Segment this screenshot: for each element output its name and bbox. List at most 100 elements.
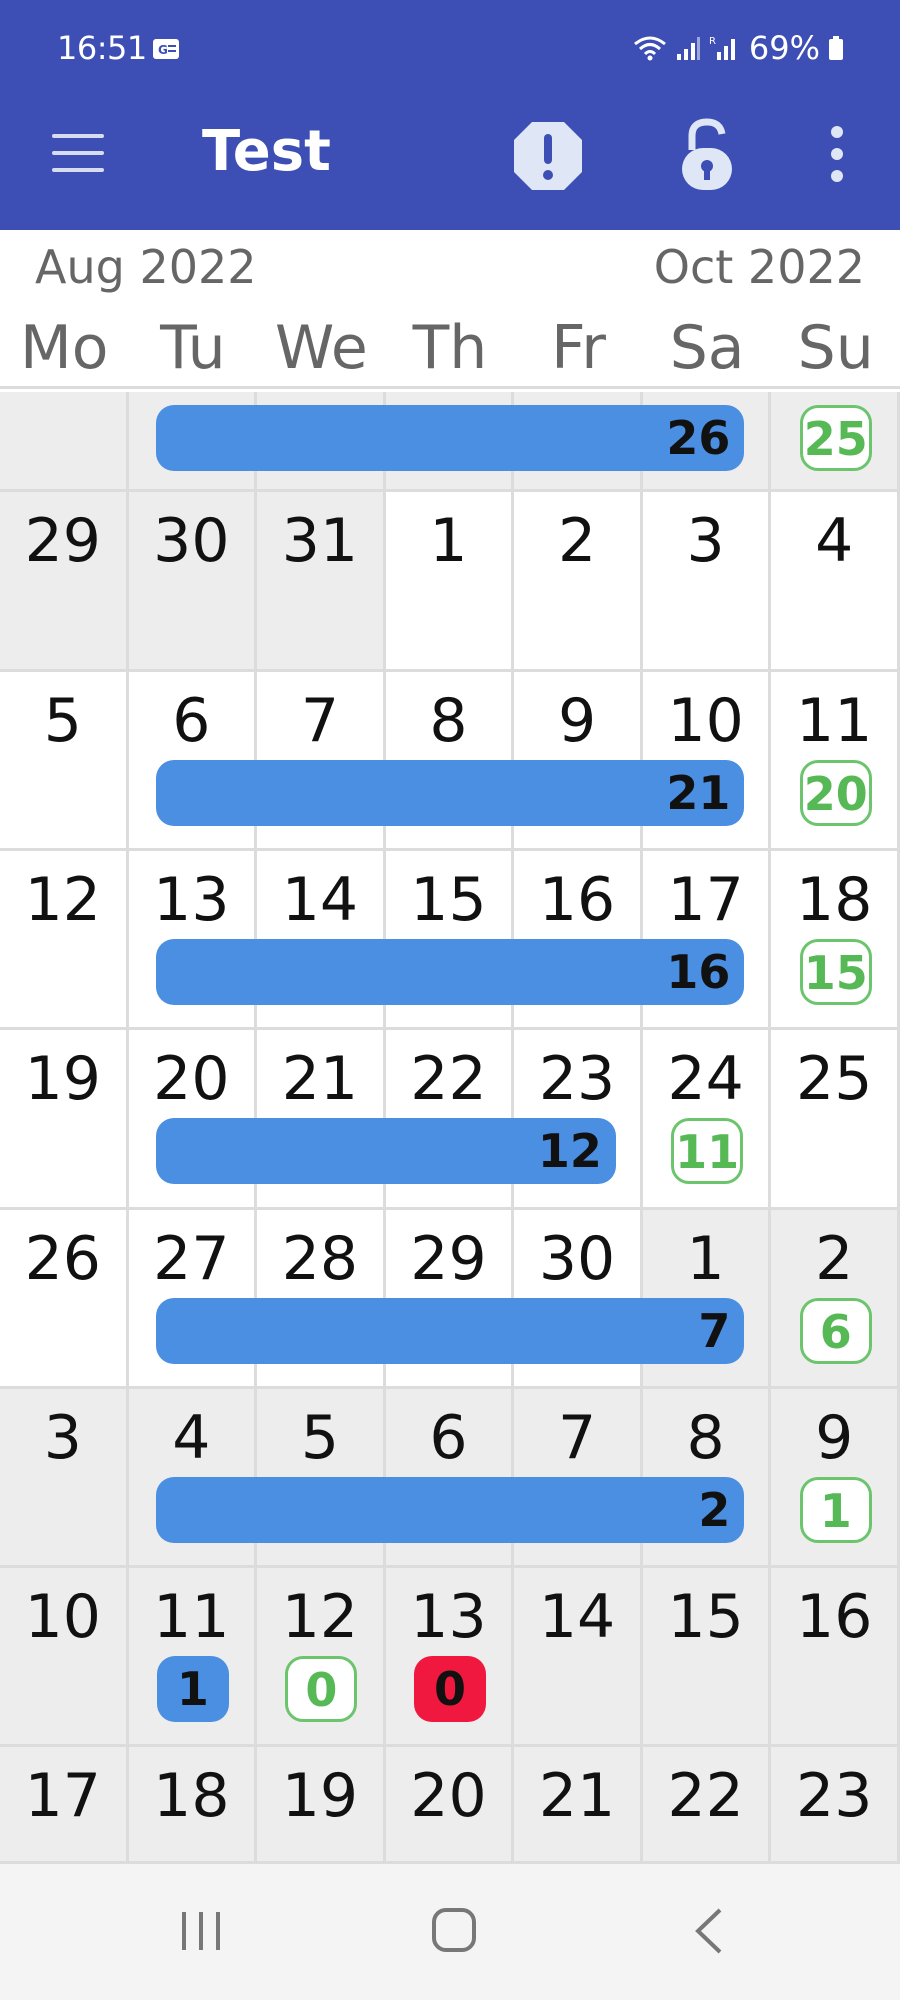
calendar-day-cell[interactable]: 25 xyxy=(771,1030,900,1210)
day-count-badge[interactable]: 15 xyxy=(799,939,872,1005)
calendar-day-cell[interactable]: 20 xyxy=(385,1747,515,1864)
day-number: 7 xyxy=(557,1403,597,1473)
calendar-day-cell[interactable]: 18 xyxy=(128,1747,258,1864)
day-count-badge[interactable]: 0 xyxy=(414,1656,486,1722)
day-number: 4 xyxy=(815,506,854,576)
calendar-day-cell[interactable]: 22 xyxy=(642,1747,772,1864)
calendar-day-cell[interactable]: 19 xyxy=(257,1747,386,1864)
day-number: 30 xyxy=(153,506,230,576)
calendar-day-cell[interactable]: 26 xyxy=(0,1210,129,1389)
day-number: 29 xyxy=(410,1224,487,1294)
day-count-badge[interactable]: 25 xyxy=(799,405,872,471)
weekday-label: Fr xyxy=(551,313,606,383)
weekday-label: Su xyxy=(797,313,874,383)
weekday-label: Mo xyxy=(20,313,109,383)
day-number: 19 xyxy=(281,1761,359,1831)
day-number: 6 xyxy=(172,686,211,756)
day-number: 10 xyxy=(667,686,744,756)
day-number: 10 xyxy=(24,1582,101,1652)
calendar-day-cell[interactable]: 17 xyxy=(0,1747,129,1864)
calendar-day-cell[interactable]: 4 xyxy=(771,492,900,672)
month-label-right: Oct 2022 xyxy=(653,240,865,294)
day-number: 22 xyxy=(410,1044,487,1114)
day-number: 17 xyxy=(667,865,744,935)
day-number: 21 xyxy=(538,1761,616,1831)
day-number: 20 xyxy=(153,1044,230,1114)
day-number: 5 xyxy=(300,1403,340,1473)
day-number: 4 xyxy=(172,1403,211,1473)
calendar-day-cell[interactable]: 21 xyxy=(514,1747,643,1864)
day-count-badge[interactable]: 1 xyxy=(799,1477,872,1543)
svg-text:R: R xyxy=(709,36,716,47)
day-number: 2 xyxy=(815,1224,854,1294)
battery-icon xyxy=(829,36,843,60)
calendar-day-cell[interactable]: 12 xyxy=(0,851,129,1030)
day-number: 22 xyxy=(667,1761,744,1831)
weekday-label: Tu xyxy=(160,313,226,383)
svg-text:G: G xyxy=(158,43,168,57)
day-number: 14 xyxy=(538,1582,616,1652)
event-bar[interactable]: 12 xyxy=(155,1118,616,1184)
calendar-day-cell[interactable]: 19 xyxy=(0,1030,129,1210)
day-number: 8 xyxy=(686,1403,725,1473)
day-number: 13 xyxy=(410,1582,487,1652)
day-number: 13 xyxy=(153,865,230,935)
day-number: 20 xyxy=(410,1761,487,1831)
calendar-day-cell[interactable]: 5 xyxy=(0,672,129,851)
system-nav-bar xyxy=(0,1864,900,2000)
day-count-badge[interactable]: 6 xyxy=(799,1298,872,1364)
recents-icon[interactable] xyxy=(178,1908,224,1954)
day-number: 12 xyxy=(24,865,101,935)
calendar-grid: 26 25 29 30 31 1 2 3 4 5 6 7 8 9 10 11 21 20 12 13 14 15 16 17 1… xyxy=(0,392,900,1864)
day-number: 25 xyxy=(796,1044,873,1114)
weekday-label: Sa xyxy=(669,313,745,383)
calendar-day-cell[interactable]: 31 xyxy=(257,492,386,672)
menu-icon[interactable] xyxy=(48,128,108,178)
calendar-day-cell[interactable]: 14 xyxy=(514,1568,643,1747)
day-count-badge[interactable]: 1 xyxy=(156,1656,229,1722)
event-bar[interactable]: 16 xyxy=(155,939,745,1005)
calendar-day-cell[interactable] xyxy=(0,392,129,492)
day-number: 11 xyxy=(153,1582,230,1652)
day-number: 15 xyxy=(410,865,487,935)
calendar-day-cell[interactable]: 29 xyxy=(0,492,129,672)
day-count-badge[interactable]: 0 xyxy=(285,1656,358,1722)
event-bar[interactable]: 2 xyxy=(155,1477,745,1543)
status-icons: R 69% xyxy=(633,28,844,68)
calendar-day-cell[interactable]: 23 xyxy=(771,1747,900,1864)
calendar-day-cell[interactable]: 1 xyxy=(385,492,515,672)
event-bar[interactable]: 26 xyxy=(155,405,745,471)
event-bar[interactable]: 7 xyxy=(155,1298,745,1364)
calendar-day-cell[interactable]: 3 xyxy=(642,492,772,672)
day-number: 11 xyxy=(796,686,873,756)
day-number: 2 xyxy=(557,506,597,576)
calendar-day-cell[interactable]: 3 xyxy=(0,1389,129,1568)
day-number: 1 xyxy=(686,1224,725,1294)
day-count-badge[interactable]: 20 xyxy=(799,760,872,826)
alert-icon[interactable] xyxy=(510,118,586,194)
roaming-signal-icon: R xyxy=(709,36,735,60)
day-number: 9 xyxy=(557,686,597,756)
day-number: 12 xyxy=(281,1582,359,1652)
calendar-day-cell[interactable]: 2 xyxy=(514,492,643,672)
unlocked-icon[interactable] xyxy=(678,116,736,192)
day-count-badge[interactable]: 11 xyxy=(671,1118,744,1184)
day-number: 26 xyxy=(24,1224,101,1294)
day-number: 1 xyxy=(429,506,468,576)
more-vertical-icon[interactable] xyxy=(822,124,852,184)
day-number: 6 xyxy=(429,1403,468,1473)
calendar-day-cell[interactable]: 10 xyxy=(0,1568,129,1747)
calendar-day-cell[interactable]: 30 xyxy=(128,492,258,672)
month-label-left: Aug 2022 xyxy=(35,240,257,294)
event-bar[interactable]: 21 xyxy=(155,760,745,826)
signal-icon xyxy=(676,37,700,60)
calendar-day-cell[interactable]: 16 xyxy=(771,1568,900,1747)
back-icon[interactable] xyxy=(692,1906,724,1956)
day-number: 8 xyxy=(429,686,468,756)
app-root: 16:51 G R 69% Test Aug 2022 Oct 2022 Mo … xyxy=(0,0,900,2000)
calendar-day-cell[interactable]: 15 xyxy=(642,1568,772,1747)
day-number: 27 xyxy=(153,1224,230,1294)
home-icon[interactable] xyxy=(430,1906,478,1954)
day-number: 24 xyxy=(667,1044,744,1114)
day-number: 3 xyxy=(686,506,725,576)
